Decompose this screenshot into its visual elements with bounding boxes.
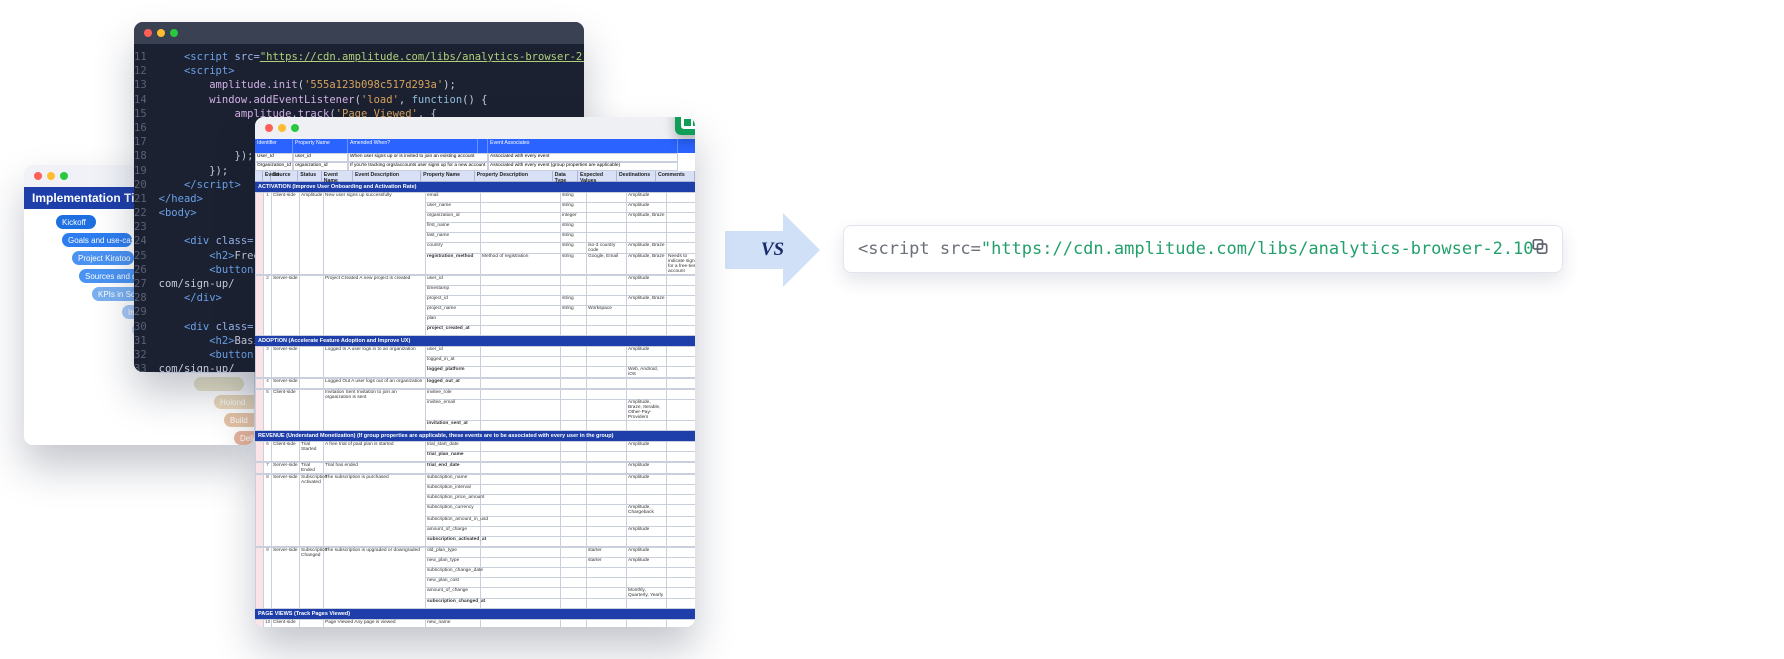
window-titlebar xyxy=(255,117,695,139)
maximize-icon[interactable] xyxy=(60,172,68,180)
timeline-bar[interactable]: Holond xyxy=(214,395,254,409)
close-icon[interactable] xyxy=(144,29,152,37)
script-snippet[interactable]: <script src= "https://cdn.amplitude.com/… xyxy=(843,225,1563,273)
line-gutter: 1112131415161718192021222324252627282930… xyxy=(134,44,155,372)
timeline-bar[interactable]: Build xyxy=(224,413,254,427)
minimize-icon[interactable] xyxy=(47,172,55,180)
sheet-body[interactable]: IdentifierProperty NameAmended When?Even… xyxy=(255,139,695,627)
close-icon[interactable] xyxy=(265,124,273,132)
window-titlebar xyxy=(134,22,584,44)
maximize-icon[interactable] xyxy=(291,124,299,132)
minimize-icon[interactable] xyxy=(157,29,165,37)
google-sheets-icon xyxy=(675,117,695,135)
snippet-url: "https://cdn.amplitude.com/libs/analytic… xyxy=(981,239,1534,259)
maximize-icon[interactable] xyxy=(170,29,178,37)
close-icon[interactable] xyxy=(34,172,42,180)
timeline-bar[interactable]: Kickoff xyxy=(56,215,96,229)
snippet-tag: <script src= xyxy=(858,239,981,259)
vs-label: VS xyxy=(761,239,784,261)
timeline-bar[interactable]: Goals and use-cas xyxy=(62,233,132,247)
spreadsheet-window: IdentifierProperty NameAmended When?Even… xyxy=(255,117,695,627)
copy-icon[interactable] xyxy=(1489,225,1550,273)
timeline-bar[interactable] xyxy=(194,377,244,391)
minimize-icon[interactable] xyxy=(278,124,286,132)
timeline-bar[interactable]: Project Kiratoo xyxy=(72,251,134,265)
timeline-bar[interactable]: Deli xyxy=(234,431,254,445)
comparison-arrow: VS xyxy=(725,205,820,295)
